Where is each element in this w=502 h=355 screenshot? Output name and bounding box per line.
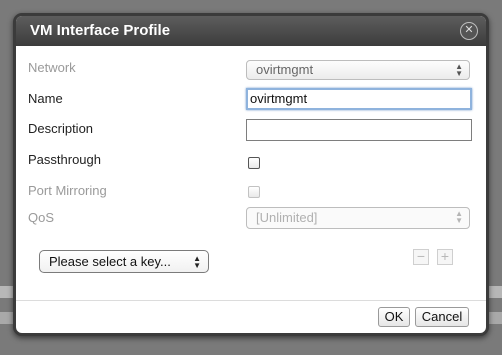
network-label: Network [28, 60, 76, 75]
remove-property-button: − [413, 249, 429, 265]
name-label: Name [28, 91, 63, 106]
dialog-titlebar: VM Interface Profile ✕ [16, 16, 486, 46]
network-select-value: ovirtmgmt [256, 62, 314, 77]
qos-label: QoS [28, 210, 55, 225]
port-mirroring-checkbox [248, 186, 260, 198]
network-select[interactable]: ovirtmgmt ▲ ▼ [246, 60, 470, 80]
passthrough-label: Passthrough [28, 152, 101, 167]
dialog-title: VM Interface Profile [30, 22, 171, 39]
select-arrows-icon: ▲ ▼ [455, 209, 463, 225]
cancel-button[interactable]: Cancel [415, 307, 469, 327]
port-mirroring-label: Port Mirroring [28, 183, 107, 198]
custom-property-key-select[interactable]: Please select a key... ▲ ▼ [39, 250, 209, 273]
description-input[interactable] [246, 119, 472, 141]
dialog-footer-divider [16, 300, 486, 301]
name-input[interactable]: ovirtmgmt [246, 88, 472, 110]
description-label: Description [28, 121, 94, 136]
ok-button[interactable]: OK [378, 307, 410, 327]
passthrough-checkbox[interactable] [248, 157, 260, 169]
qos-select-value: [Unlimited] [256, 210, 318, 225]
qos-select: [Unlimited] ▲ ▼ [246, 207, 470, 229]
select-arrows-icon: ▲ ▼ [455, 62, 463, 78]
select-arrows-icon: ▲ ▼ [193, 254, 201, 270]
close-icon[interactable]: ✕ [460, 22, 478, 40]
add-property-button: + [437, 249, 453, 265]
key-select-value: Please select a key... [49, 254, 171, 269]
vm-interface-profile-dialog: VM Interface Profile ✕ Network ovirtmgmt… [13, 13, 489, 336]
